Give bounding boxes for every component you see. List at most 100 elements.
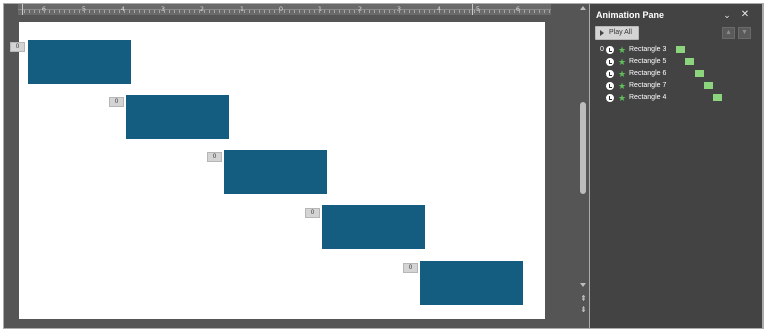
previous-slide-icon[interactable]: ⇞	[579, 295, 588, 303]
timeline-bar[interactable]	[695, 70, 704, 77]
ruler-tick	[479, 10, 480, 13]
arrow-down-icon: ▼	[741, 29, 748, 36]
animation-item[interactable]: ★ Rectangle 5	[594, 56, 758, 68]
ruler-tick	[84, 10, 85, 13]
timeline-bar[interactable]	[685, 58, 694, 65]
rectangle-4[interactable]	[420, 261, 523, 305]
ruler-tick	[109, 10, 110, 13]
scroll-up-icon[interactable]	[580, 6, 586, 10]
ruler-tick	[199, 10, 200, 13]
ruler-tick	[349, 10, 350, 13]
close-icon[interactable]: ✕	[739, 9, 751, 21]
ruler-tick	[314, 10, 315, 13]
move-down-button[interactable]: ▼	[738, 27, 751, 39]
vertical-scrollbar[interactable]: ⇞ ⇟	[578, 4, 589, 328]
rectangle-6[interactable]	[224, 150, 327, 194]
ruler-tick	[299, 10, 300, 13]
ruler-tick	[429, 10, 430, 13]
ruler-tick	[239, 10, 240, 13]
ruler-tick	[114, 10, 115, 13]
ruler-tick	[264, 10, 265, 13]
ruler-tick	[129, 10, 130, 13]
ruler-tick	[464, 10, 465, 13]
timeline-bar[interactable]	[676, 46, 685, 53]
ruler-tick	[99, 10, 100, 13]
ruler-tick	[549, 10, 550, 13]
ruler-tick	[164, 10, 165, 13]
arrow-up-icon: ▲	[725, 29, 732, 36]
ruler-tick	[374, 10, 375, 13]
horizontal-ruler[interactable]: 6 5 4 3 2 1 0 1 2 3 4 5 6	[18, 4, 551, 15]
ruler-tick	[419, 10, 420, 13]
powerpoint-window: 6 5 4 3 2 1 0 1 2 3 4 5 6 0 0 0 0 0 ⇞ ⇟ …	[0, 0, 768, 333]
chevron-down-icon[interactable]: ⌄	[721, 9, 733, 21]
ruler-tick	[474, 10, 475, 13]
timeline-bar[interactable]	[713, 94, 722, 101]
ruler-tick	[274, 10, 275, 13]
ruler-tick	[484, 10, 485, 13]
animation-item[interactable]: ★ Rectangle 7	[594, 80, 758, 92]
ruler-tick	[384, 10, 385, 13]
next-slide-icon[interactable]: ⇟	[579, 306, 588, 314]
ruler-tick	[24, 10, 25, 13]
animation-item[interactable]: 0 ★ Rectangle 3	[594, 44, 758, 56]
ruler-tick	[79, 10, 80, 13]
ruler-tick	[279, 10, 280, 13]
ruler-tick	[104, 10, 105, 13]
ruler-marker-left[interactable]	[22, 4, 23, 15]
ruler-tick	[139, 10, 140, 13]
animation-order-tag[interactable]: 0	[10, 42, 25, 52]
ruler-tick	[69, 10, 70, 13]
rectangle-3[interactable]	[28, 40, 131, 84]
ruler-tick	[354, 10, 355, 13]
ruler-tick	[534, 10, 535, 13]
ruler-tick	[29, 10, 30, 13]
clock-icon	[606, 46, 614, 54]
ruler-tick	[394, 10, 395, 13]
ruler-tick	[529, 10, 530, 13]
ruler-tick	[149, 10, 150, 13]
play-all-button[interactable]: Play All	[595, 26, 639, 40]
ruler-tick	[174, 10, 175, 13]
ruler-tick	[409, 10, 410, 13]
ruler-tick	[229, 10, 230, 13]
ruler-tick	[294, 10, 295, 13]
slide-canvas[interactable]: 0 0 0 0 0	[10, 22, 545, 319]
ruler-tick	[34, 10, 35, 13]
ruler-tick	[74, 10, 75, 13]
animation-item-label: Rectangle 4	[629, 94, 667, 101]
animation-item-label: Rectangle 6	[629, 70, 667, 77]
ruler-tick	[389, 10, 390, 13]
ruler-tick	[54, 10, 55, 13]
ruler-label: 1	[239, 5, 245, 13]
ruler-tick	[404, 10, 405, 13]
animation-pane: Animation Pane ⌄ ✕ Play All ▲ ▼ 0 ★ Rect…	[590, 4, 762, 328]
animation-order-tag[interactable]: 0	[109, 97, 124, 107]
rectangle-5[interactable]	[126, 95, 229, 139]
ruler-tick	[329, 10, 330, 13]
rectangle-7[interactable]	[322, 205, 425, 249]
timeline-bar[interactable]	[704, 82, 713, 89]
scroll-down-icon[interactable]	[580, 283, 586, 287]
ruler-label: 0	[278, 5, 284, 13]
animation-order-tag[interactable]: 0	[305, 208, 320, 218]
ruler-tick	[414, 10, 415, 13]
animation-order-tag[interactable]: 0	[403, 263, 418, 273]
ruler-tick	[544, 10, 545, 13]
ruler-tick	[269, 10, 270, 13]
scroll-thumb[interactable]	[580, 102, 586, 194]
ruler-tick	[524, 10, 525, 13]
animation-item[interactable]: ★ Rectangle 4	[594, 92, 758, 104]
animation-item-label: Rectangle 3	[629, 46, 667, 53]
ruler-tick	[94, 10, 95, 13]
ruler-tick	[89, 10, 90, 13]
animation-item[interactable]: ★ Rectangle 6	[594, 68, 758, 80]
ruler-tick	[134, 10, 135, 13]
ruler-tick	[439, 10, 440, 13]
ruler-label: 2	[199, 5, 205, 13]
clock-icon	[606, 58, 614, 66]
ruler-tick	[509, 10, 510, 13]
ruler-tick	[424, 10, 425, 13]
move-up-button[interactable]: ▲	[722, 27, 735, 39]
animation-order-tag[interactable]: 0	[207, 152, 222, 162]
